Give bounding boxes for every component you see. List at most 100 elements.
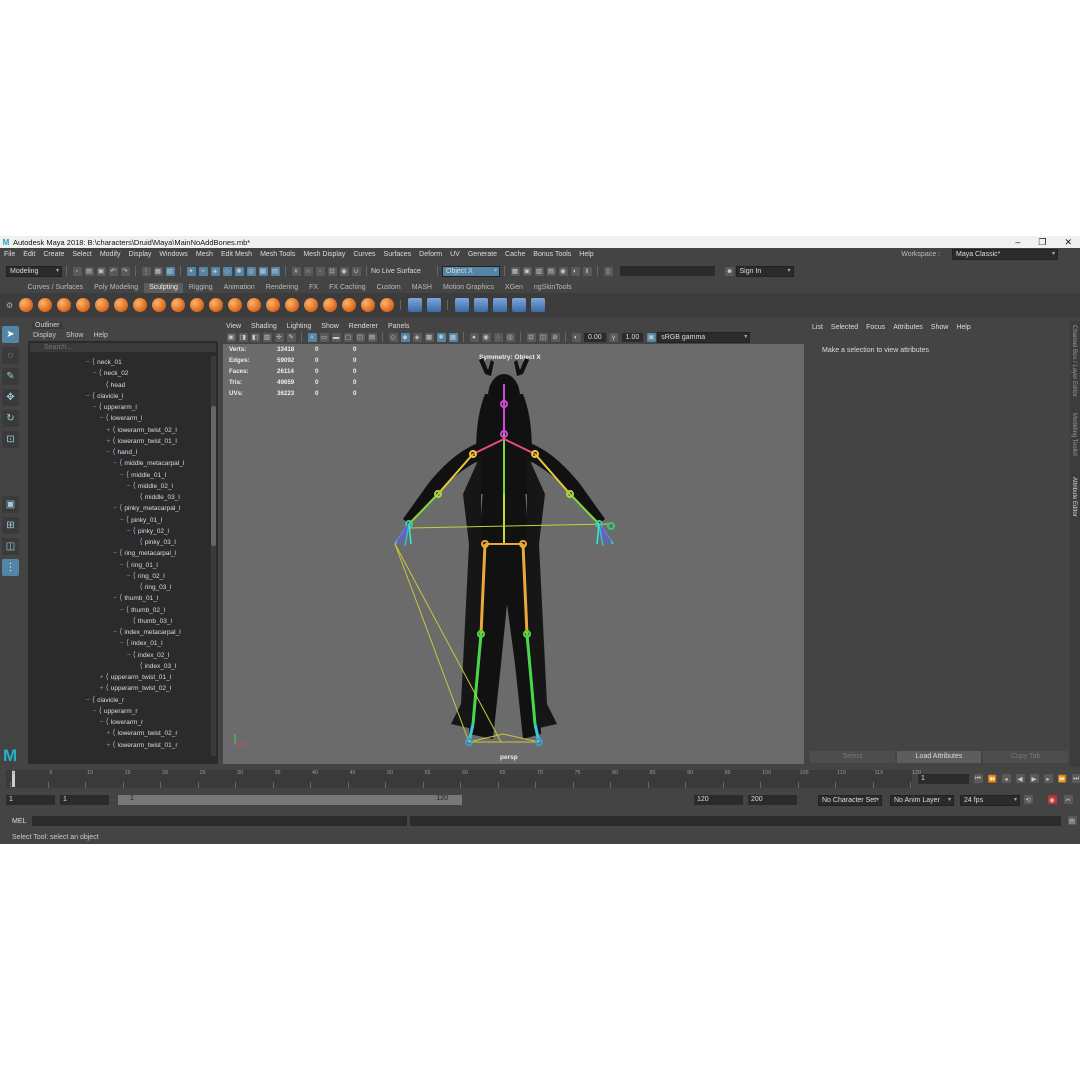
bookmark-icon[interactable]: ◧ bbox=[250, 332, 260, 342]
outliner-row[interactable]: − ⟨ middle_02_l bbox=[127, 480, 173, 491]
snap-view-icon[interactable]: ⊡ bbox=[327, 266, 337, 276]
auto-key-icon[interactable]: ◉ bbox=[1047, 795, 1057, 804]
shelf-tab-mash[interactable]: MASH bbox=[406, 283, 437, 293]
outliner-row[interactable]: − ⟨ pinky_metacarpal_l bbox=[113, 502, 180, 513]
viewport-menu-show[interactable]: Show bbox=[321, 323, 339, 330]
outliner-row[interactable]: − ⟨ ring_metacarpal_l bbox=[113, 547, 176, 558]
knife-tool-icon[interactable] bbox=[265, 298, 280, 312]
outliner-row[interactable]: − ⟨ clavicle_l bbox=[86, 390, 124, 401]
menu-uv[interactable]: UV bbox=[450, 251, 460, 258]
menu-file[interactable]: File bbox=[4, 251, 15, 258]
range-slider[interactable]: 1 120 bbox=[118, 795, 462, 805]
go-to-end-icon[interactable]: ⏭ bbox=[1071, 774, 1080, 783]
side-tab-modeling-toolkit[interactable]: Modeling Toolkit bbox=[1071, 413, 1077, 456]
menu-select[interactable]: Select bbox=[72, 251, 91, 258]
bulge-tool-icon[interactable] bbox=[303, 298, 318, 312]
foamy-tool-icon[interactable] bbox=[132, 298, 147, 312]
outliner-row[interactable]: + ⟨ lowerarm_twist_01_r bbox=[106, 739, 177, 750]
scale-tool-icon[interactable]: ⊡ bbox=[2, 431, 19, 448]
render-view-icon[interactable]: ▣ bbox=[522, 266, 532, 276]
shelf-tab-ngskintools[interactable]: ngSkinTools bbox=[528, 283, 577, 293]
gamma-field[interactable]: 1.00 bbox=[621, 332, 644, 342]
shelf-tab-animation[interactable]: Animation bbox=[218, 283, 260, 293]
menu-generate[interactable]: Generate bbox=[468, 251, 497, 258]
outliner-row[interactable]: ⟨ thumb_03_l bbox=[127, 615, 172, 626]
copy-tab-button[interactable]: Copy Tab bbox=[983, 751, 1069, 763]
scene-start-field[interactable]: 1 bbox=[6, 795, 55, 805]
outliner-layout-icon[interactable]: ⋮ bbox=[2, 559, 19, 576]
shadows-icon[interactable]: ▦ bbox=[448, 332, 458, 342]
scrollbar-thumb[interactable] bbox=[211, 406, 216, 546]
select-object-icon[interactable]: ▦ bbox=[153, 266, 163, 276]
select-tool-icon[interactable]: ➤ bbox=[2, 326, 19, 343]
mask-render-icon[interactable]: ◎ bbox=[246, 266, 256, 276]
blend-shape-icon[interactable] bbox=[407, 298, 422, 312]
grid-icon[interactable]: # bbox=[307, 332, 317, 342]
color-management-icon[interactable]: ▣ bbox=[646, 332, 656, 342]
viewport-menu-panels[interactable]: Panels bbox=[388, 323, 409, 330]
camera-icon[interactable]: ▣ bbox=[226, 332, 236, 342]
outliner-row[interactable]: − ⟨ thumb_02_l bbox=[120, 604, 165, 615]
menu-edit-mesh[interactable]: Edit Mesh bbox=[221, 251, 252, 258]
snap-point-icon[interactable]: ◦ bbox=[315, 266, 325, 276]
viewport-menu-renderer[interactable]: Renderer bbox=[349, 323, 378, 330]
play-backward-icon[interactable]: ◀ bbox=[1015, 774, 1025, 783]
undo-icon[interactable]: ↶ bbox=[108, 266, 118, 276]
minimize-button[interactable]: – bbox=[1015, 237, 1020, 247]
mask-dynamic-icon[interactable]: ✺ bbox=[234, 266, 244, 276]
freeze-tool-icon[interactable] bbox=[341, 298, 356, 312]
symmetry-dropdown[interactable]: Object X bbox=[442, 265, 500, 277]
gate-mask-icon[interactable]: ▢ bbox=[343, 332, 353, 342]
outliner-row[interactable]: − ⟨ middle_01_l bbox=[120, 469, 166, 480]
xray-joints-icon[interactable]: ⊘ bbox=[550, 332, 560, 342]
render-settings-icon[interactable]: ▤ bbox=[546, 266, 556, 276]
shelf-tab-rigging[interactable]: Rigging bbox=[183, 283, 218, 293]
step-forward-frame-icon[interactable]: ▸ bbox=[1043, 774, 1053, 783]
outliner-row[interactable]: − ⟨ pinky_02_l bbox=[127, 525, 169, 536]
select-component-icon[interactable]: ▧ bbox=[165, 266, 175, 276]
menu-mesh-display[interactable]: Mesh Display bbox=[303, 251, 345, 258]
snap-magnet-icon[interactable]: ∪ bbox=[351, 266, 361, 276]
grab-tool-icon[interactable] bbox=[75, 298, 90, 312]
attr-menu-show[interactable]: Show bbox=[931, 324, 949, 331]
scrape-tool-icon[interactable] bbox=[227, 298, 242, 312]
mask-surface-icon[interactable]: ◈ bbox=[210, 266, 220, 276]
anti-aliasing-icon[interactable]: ◌ bbox=[493, 332, 503, 342]
attr-menu-focus[interactable]: Focus bbox=[866, 324, 885, 331]
isolate-select-icon[interactable]: ⊡ bbox=[526, 332, 536, 342]
paint-select-icon[interactable]: ✎ bbox=[2, 368, 19, 385]
amplify-tool-icon[interactable] bbox=[322, 298, 337, 312]
ipr-icon[interactable]: ▥ bbox=[534, 266, 544, 276]
outliner-search-input[interactable]: Search... bbox=[30, 343, 216, 352]
menuset-dropdown[interactable]: Modeling bbox=[6, 265, 62, 277]
hypershade-icon[interactable]: ◉ bbox=[558, 266, 568, 276]
current-frame-field[interactable]: 1 bbox=[918, 774, 969, 784]
depth-of-field-icon[interactable]: ◎ bbox=[505, 332, 515, 342]
shelf-tab-custom[interactable]: Custom bbox=[371, 283, 406, 293]
resolution-gate-icon[interactable]: ▬ bbox=[331, 332, 341, 342]
outliner-menu-display[interactable]: Display bbox=[33, 331, 56, 341]
outliner-row[interactable]: − ⟨ thumb_01_l bbox=[113, 592, 158, 603]
menu-edit[interactable]: Edit bbox=[23, 251, 35, 258]
menu-help[interactable]: Help bbox=[579, 251, 593, 258]
four-view-layout-icon[interactable]: ⊞ bbox=[2, 517, 19, 534]
anim-layer-dropdown[interactable]: No Anim Layer bbox=[890, 795, 954, 806]
live-surface-field[interactable]: No Live Surface bbox=[371, 268, 433, 275]
shelf-tab-fx[interactable]: FX bbox=[304, 283, 324, 293]
menu-bonus-tools[interactable]: Bonus Tools bbox=[533, 251, 571, 258]
pinch-tool-icon[interactable] bbox=[94, 298, 109, 312]
step-back-key-icon[interactable]: ⏪ bbox=[987, 774, 997, 783]
attr-menu-help[interactable]: Help bbox=[956, 324, 970, 331]
playback-end-field[interactable]: 120 bbox=[694, 795, 743, 805]
snap-grid-icon[interactable]: # bbox=[291, 266, 301, 276]
shelf-tab-motion-graphics[interactable]: Motion Graphics bbox=[438, 283, 500, 293]
outliner-row[interactable]: ⟨ middle_03_l bbox=[134, 491, 180, 502]
outliner-row[interactable]: − ⟨ lowerarm_r bbox=[100, 716, 144, 727]
side-tab-channel-box[interactable]: Channel Box / Layer Editor bbox=[1071, 325, 1077, 397]
mask-curve-icon[interactable]: ✧ bbox=[198, 266, 208, 276]
select-button[interactable]: Select bbox=[810, 751, 895, 763]
playback-start-field[interactable]: 1 bbox=[60, 795, 109, 805]
menu-curves[interactable]: Curves bbox=[353, 251, 375, 258]
menu-mesh-tools[interactable]: Mesh Tools bbox=[260, 251, 295, 258]
fill-tool-icon[interactable] bbox=[246, 298, 261, 312]
